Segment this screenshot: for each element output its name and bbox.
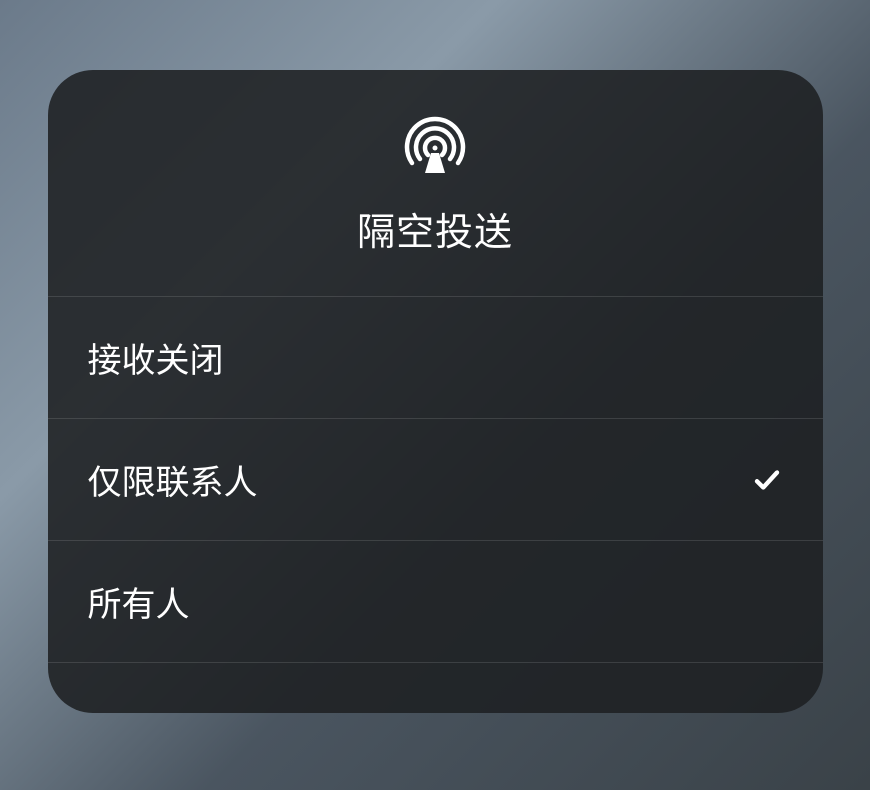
option-label: 所有人 xyxy=(88,577,190,626)
airdrop-settings-panel: 隔空投送 接收关闭 仅限联系人 所有人 xyxy=(48,70,823,713)
options-list: 接收关闭 仅限联系人 所有人 xyxy=(48,297,823,663)
option-contacts-only[interactable]: 仅限联系人 xyxy=(48,419,823,541)
option-receiving-off[interactable]: 接收关闭 xyxy=(48,297,823,419)
option-everyone[interactable]: 所有人 xyxy=(48,541,823,663)
checkmark-icon xyxy=(751,464,783,496)
panel-title: 隔空投送 xyxy=(357,201,513,256)
airdrop-icon xyxy=(403,115,467,179)
option-label: 接收关闭 xyxy=(88,333,224,382)
panel-header: 隔空投送 xyxy=(48,70,823,297)
panel-bottom-spacer xyxy=(48,663,823,713)
option-label: 仅限联系人 xyxy=(88,455,258,504)
